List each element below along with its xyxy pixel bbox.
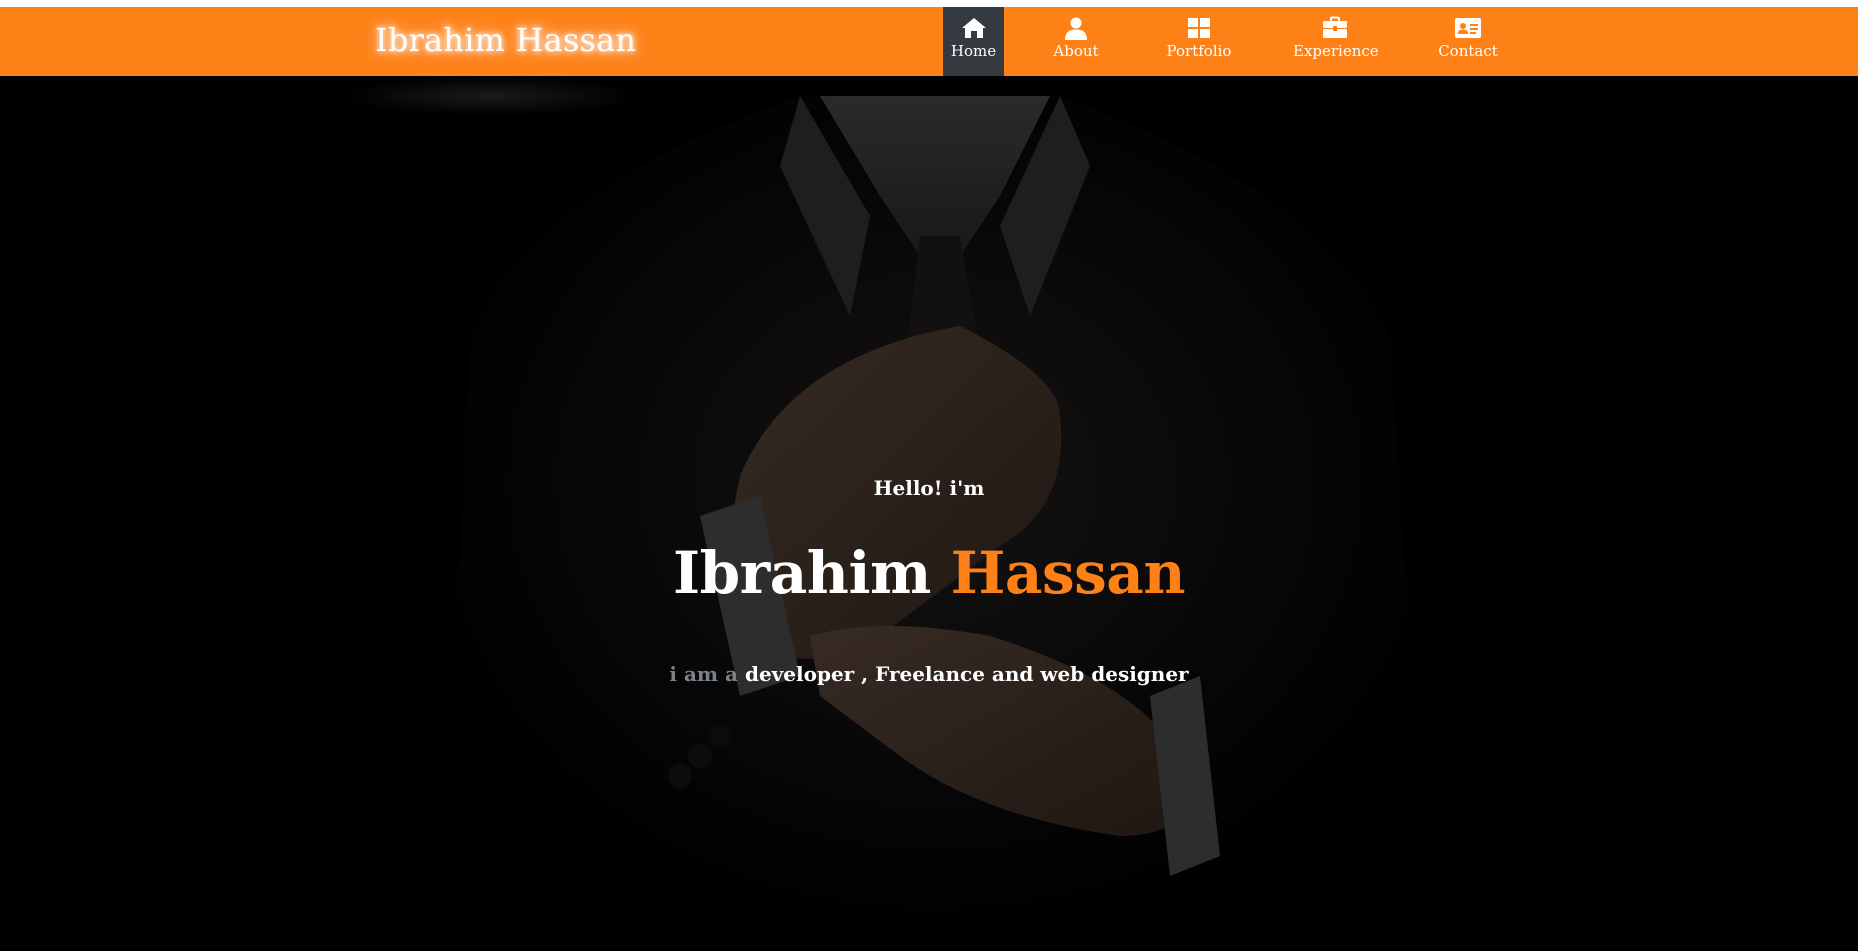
briefcase-icon [1321, 16, 1349, 40]
nav-item-home[interactable]: Home [943, 7, 1004, 76]
hero-last-name: Hassan [950, 539, 1186, 607]
nav-item-experience[interactable]: Experience [1293, 7, 1379, 76]
user-icon [1062, 16, 1090, 40]
nav-item-portfolio[interactable]: Portfolio [1163, 7, 1235, 76]
grid-icon [1185, 16, 1213, 40]
hero-greeting: Hello! i'm [873, 476, 985, 500]
navbar: Ibrahim Hassan Home About Portfolio Expe… [0, 7, 1858, 76]
brand-glow [340, 76, 640, 116]
tagline-prefix: i am a [669, 662, 738, 686]
nav-label: Contact [1438, 42, 1498, 60]
brand-logo[interactable]: Ibrahim Hassan [375, 15, 636, 65]
home-icon [960, 16, 988, 40]
page: Ibrahim Hassan Home About Portfolio Expe… [0, 0, 1858, 951]
nav-label: Portfolio [1166, 42, 1232, 60]
nav-label: About [1053, 42, 1099, 60]
nav-label: Home [950, 42, 997, 60]
hero-name: Ibrahim Hassan [0, 538, 1858, 608]
hero-tagline: i am a developer , Freelance and web des… [0, 661, 1858, 687]
hero-overlay [0, 76, 1858, 951]
hero-section: Hello! i'm Ibrahim Hassan i am a develop… [0, 76, 1858, 951]
nav-label: Experience [1293, 42, 1379, 60]
tagline-roles: developer , Freelance and web designer [744, 662, 1189, 686]
nav-item-about[interactable]: About [1040, 7, 1112, 76]
nav-item-contact[interactable]: Contact [1430, 7, 1506, 76]
hero-first-name: Ibrahim [672, 539, 931, 607]
contact-card-icon [1454, 16, 1482, 40]
